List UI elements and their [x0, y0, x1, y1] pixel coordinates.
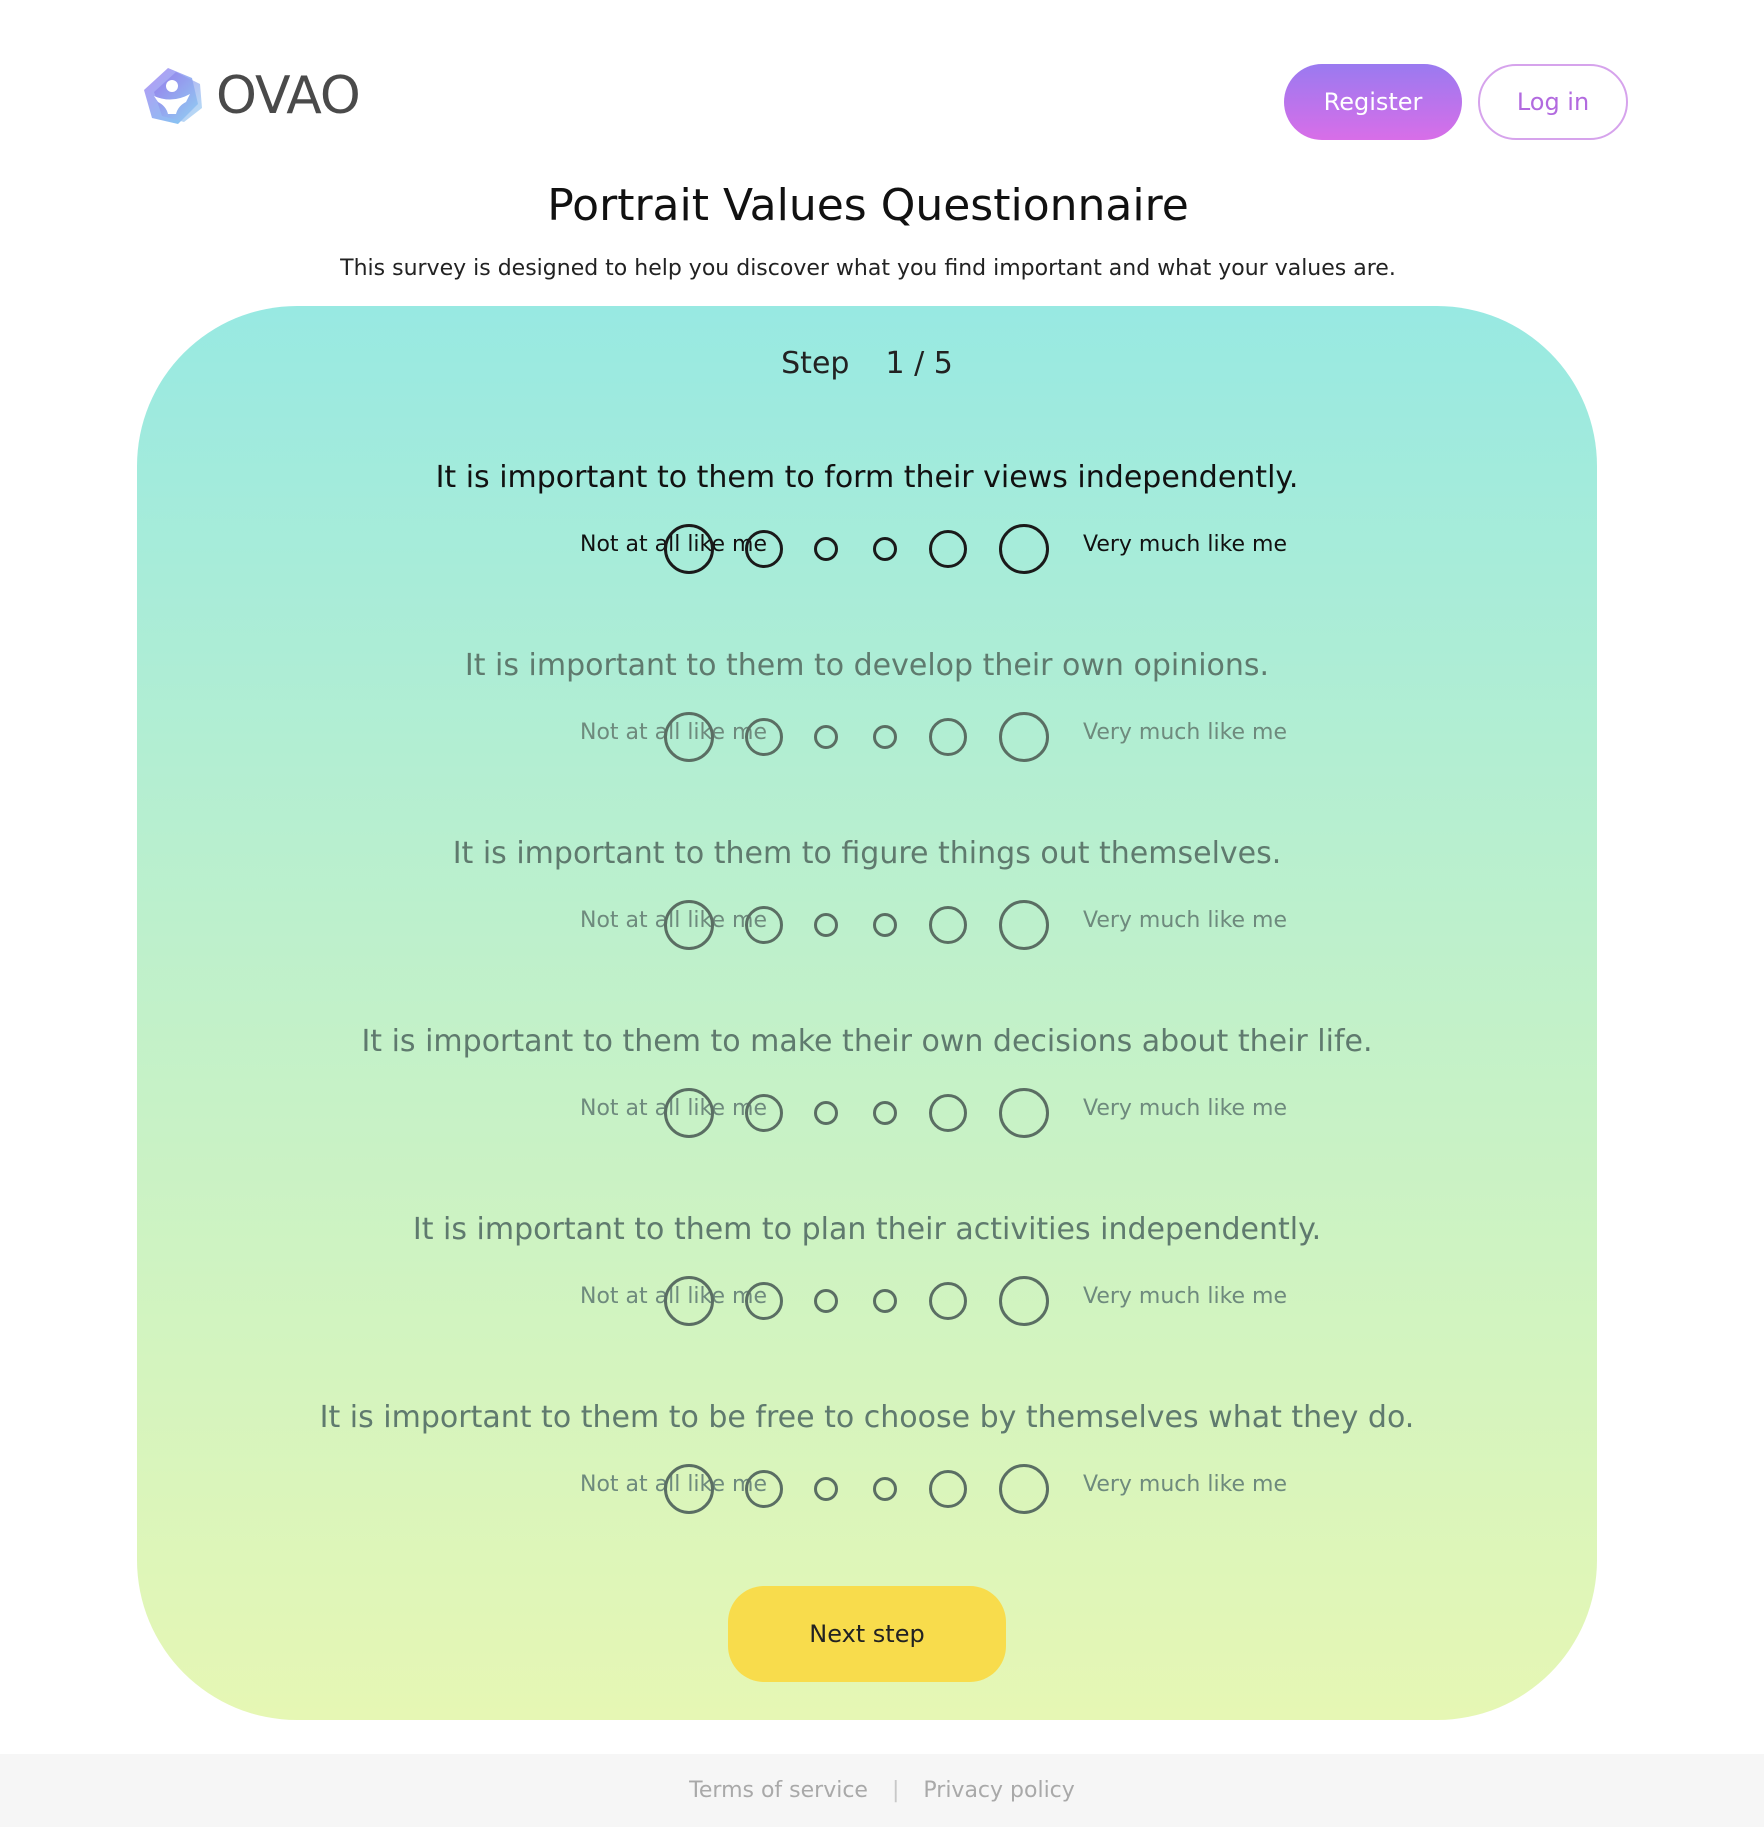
footer-separator: |	[891, 1778, 900, 1803]
rating-scale: Not at all like me Very much like me	[137, 704, 1597, 764]
scale-max-label: Very much like me	[1083, 1096, 1288, 1121]
rating-scale: Not at all like me Very much like me	[137, 1080, 1597, 1140]
rating-option-5[interactable]	[929, 718, 967, 756]
rating-option-6[interactable]	[999, 712, 1049, 762]
rating-option-3[interactable]	[814, 913, 838, 937]
rating-option-4[interactable]	[873, 725, 897, 749]
rating-option-1[interactable]	[664, 1276, 714, 1326]
rating-option-1[interactable]	[664, 524, 714, 574]
rating-option-1[interactable]	[664, 712, 714, 762]
rating-option-1[interactable]	[664, 1088, 714, 1138]
rating-option-2[interactable]	[745, 718, 783, 756]
scale-max-label: Very much like me	[1083, 1472, 1288, 1497]
rating-option-2[interactable]	[745, 530, 783, 568]
scale-max-label: Very much like me	[1083, 908, 1288, 933]
rating-scale: Not at all like me Very much like me	[137, 1456, 1597, 1516]
login-button[interactable]: Log in	[1478, 64, 1628, 140]
question-text: It is important to them to plan their ac…	[412, 1212, 1322, 1247]
step-label: Step	[781, 346, 850, 381]
brand-logo[interactable]: OVAO	[140, 66, 361, 126]
rating-option-5[interactable]	[929, 1282, 967, 1320]
question-text: It is important to them to be free to ch…	[319, 1400, 1415, 1435]
step-total: 5	[933, 346, 953, 381]
rating-option-6[interactable]	[999, 1276, 1049, 1326]
rating-scale: Not at all like me Very much like me	[137, 1268, 1597, 1328]
question-text: It is important to them to form their vi…	[435, 460, 1299, 495]
terms-of-service-link[interactable]: Terms of service	[689, 1778, 868, 1803]
rating-option-6[interactable]	[999, 1464, 1049, 1514]
rating-option-6[interactable]	[999, 1088, 1049, 1138]
scale-max-label: Very much like me	[1083, 720, 1288, 745]
rating-scale: Not at all like me Very much like me	[137, 892, 1597, 952]
page-title: Portrait Values Questionnaire	[547, 180, 1189, 231]
rating-scale: Not at all like me Very much like me	[137, 516, 1597, 576]
rating-option-5[interactable]	[929, 530, 967, 568]
step-current: 1	[885, 346, 905, 381]
rating-option-6[interactable]	[999, 524, 1049, 574]
footer: Terms of service | Privacy policy	[0, 1754, 1764, 1827]
next-step-button[interactable]: Next step	[728, 1586, 1006, 1682]
step-separator: /	[914, 346, 925, 381]
rating-option-2[interactable]	[745, 1282, 783, 1320]
rating-option-4[interactable]	[873, 1101, 897, 1125]
ovao-logo-icon	[144, 68, 202, 124]
scale-max-label: Very much like me	[1083, 1284, 1288, 1309]
rating-option-3[interactable]	[814, 1101, 838, 1125]
page-subtitle: This survey is designed to help you disc…	[340, 256, 1396, 281]
rating-option-6[interactable]	[999, 900, 1049, 950]
rating-option-5[interactable]	[929, 1470, 967, 1508]
register-button[interactable]: Register	[1284, 64, 1462, 140]
rating-option-4[interactable]	[873, 1289, 897, 1313]
rating-option-5[interactable]	[929, 906, 967, 944]
page: OVAO Register Log in Portrait Values Que…	[0, 0, 1764, 1827]
privacy-policy-link[interactable]: Privacy policy	[923, 1778, 1074, 1803]
rating-option-3[interactable]	[814, 725, 838, 749]
question-text: It is important to them to develop their…	[464, 648, 1270, 683]
rating-option-2[interactable]	[745, 1470, 783, 1508]
scale-max-label: Very much like me	[1083, 532, 1288, 557]
rating-option-3[interactable]	[814, 1477, 838, 1501]
rating-option-2[interactable]	[745, 1094, 783, 1132]
rating-option-1[interactable]	[664, 1464, 714, 1514]
questionnaire-card: Step 1 / 5 It is important to them to for…	[137, 306, 1597, 1720]
logo-text: OVAO	[216, 66, 361, 126]
rating-option-3[interactable]	[814, 537, 838, 561]
rating-option-4[interactable]	[873, 1477, 897, 1501]
rating-option-5[interactable]	[929, 1094, 967, 1132]
rating-option-4[interactable]	[873, 913, 897, 937]
rating-option-2[interactable]	[745, 906, 783, 944]
rating-option-4[interactable]	[873, 537, 897, 561]
question-text: It is important to them to figure things…	[452, 836, 1282, 871]
rating-option-3[interactable]	[814, 1289, 838, 1313]
step-indicator: Step 1 / 5	[137, 346, 1597, 381]
rating-option-1[interactable]	[664, 900, 714, 950]
question-text: It is important to them to make their ow…	[361, 1024, 1373, 1059]
